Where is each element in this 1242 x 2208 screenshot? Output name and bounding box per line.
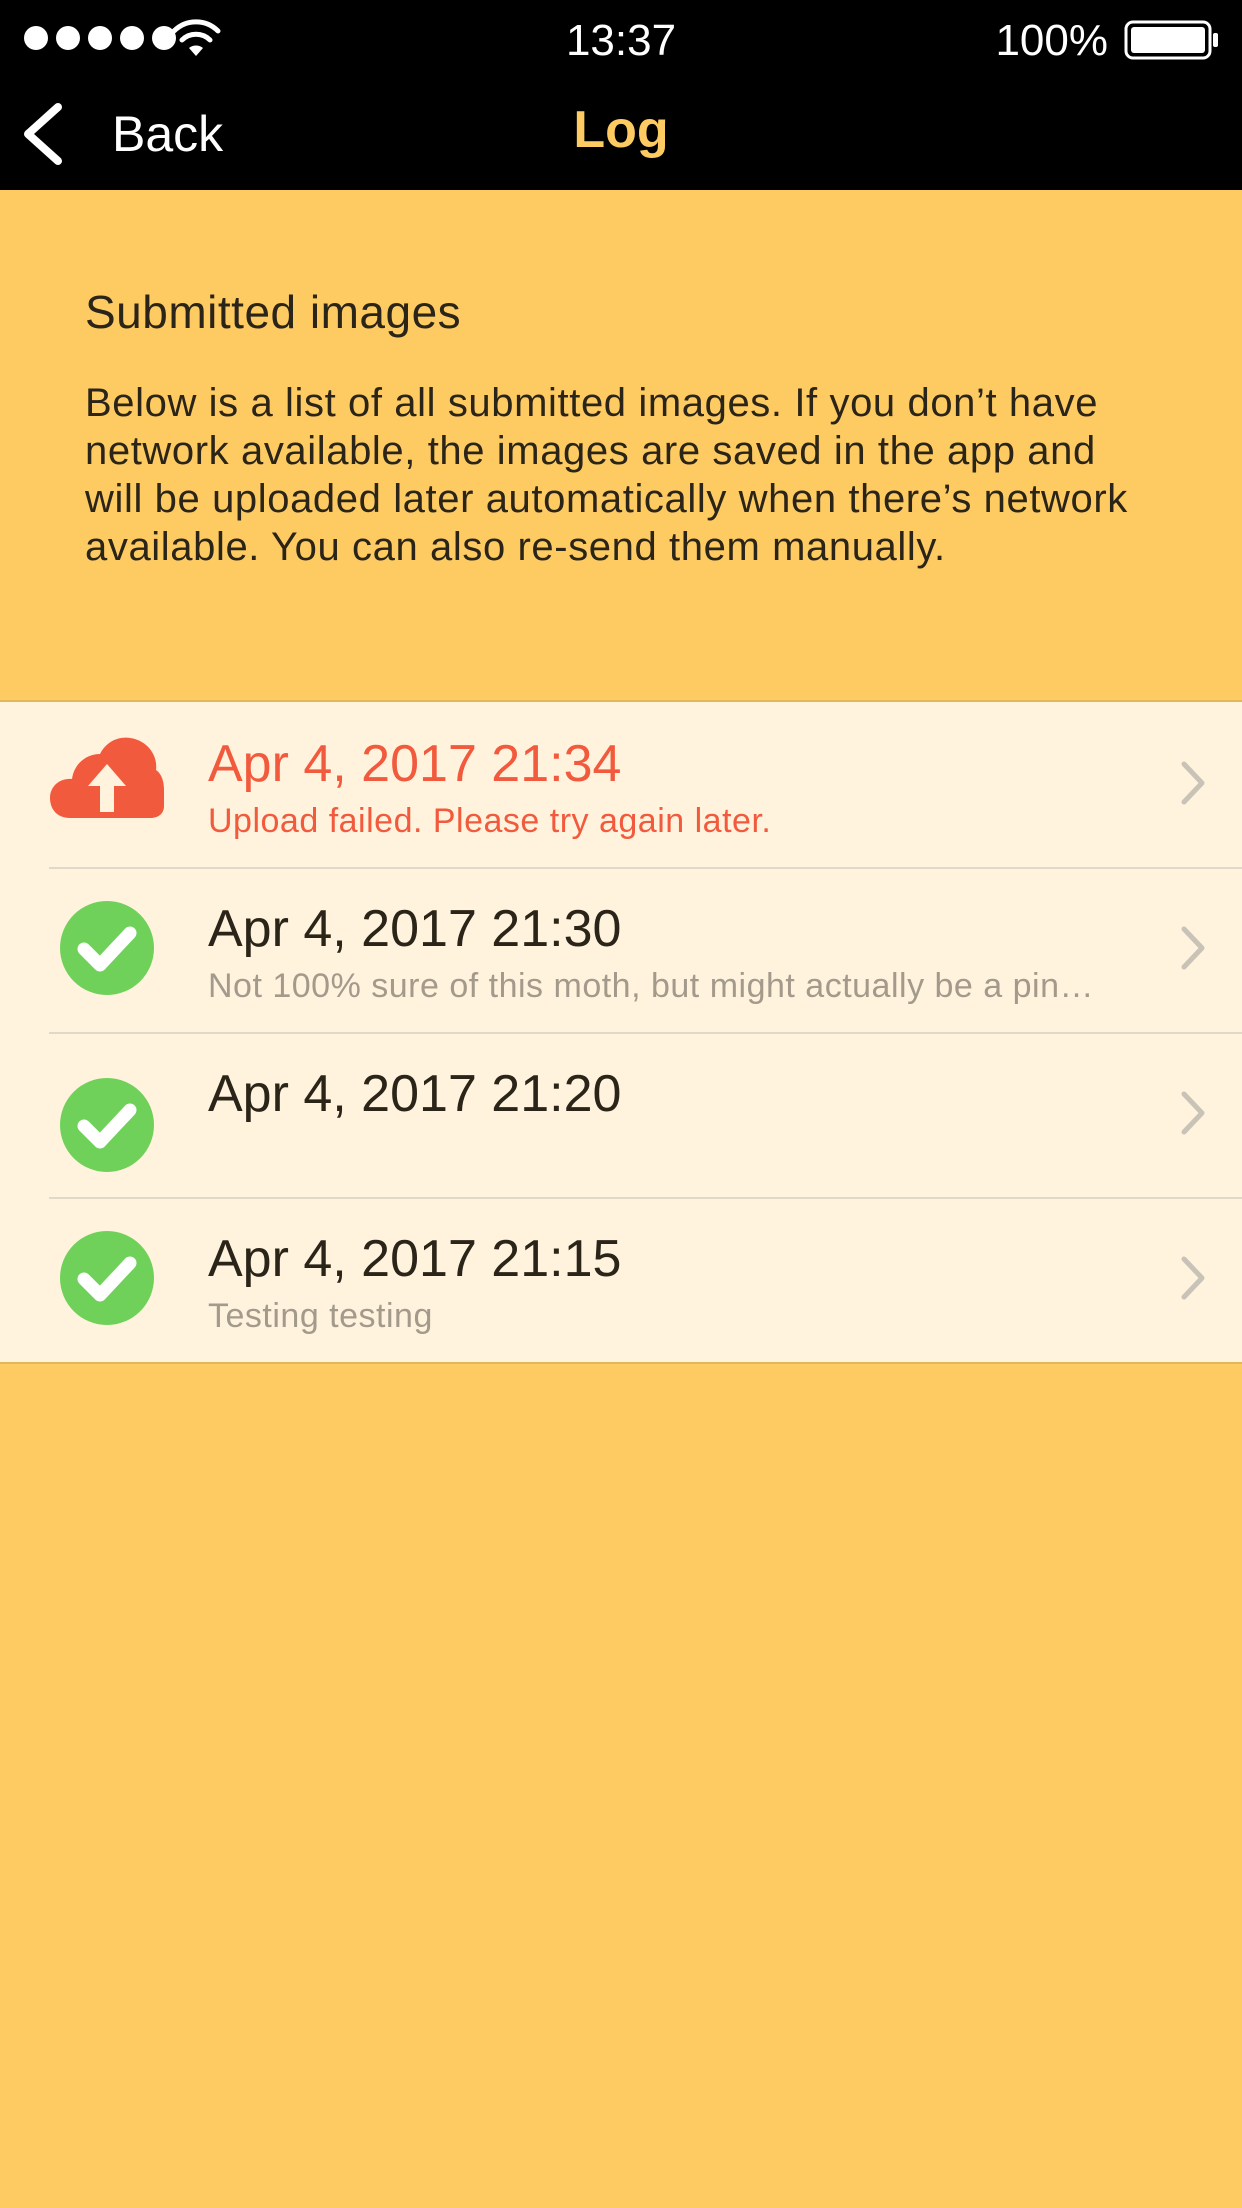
chevron-right-icon xyxy=(1181,926,1205,970)
entry-subtitle: Upload failed. Please try again later. xyxy=(208,802,772,840)
battery-icon xyxy=(1124,20,1218,60)
status-bar: 13:37 100% xyxy=(0,0,1242,80)
cloud-upload-icon xyxy=(48,724,166,842)
log-entry[interactable]: Apr 4, 2017 21:30 Not 100% sure of this … xyxy=(0,867,1242,1032)
section-heading: Submitted images xyxy=(85,286,462,338)
page-title: Log xyxy=(573,101,669,159)
check-circle-icon xyxy=(48,889,166,1007)
entry-date: Apr 4, 2017 21:20 xyxy=(208,1065,622,1123)
entry-subtitle: Testing testing xyxy=(208,1297,433,1335)
log-entry[interactable]: Apr 4, 2017 21:34 Upload failed. Please … xyxy=(0,702,1242,867)
log-entry[interactable]: Apr 4, 2017 21:15 Testing testing xyxy=(0,1197,1242,1362)
section-description: Below is a list of all submitted images.… xyxy=(85,381,1128,569)
entry-date: Apr 4, 2017 21:15 xyxy=(208,1230,622,1288)
top-bar: 13:37 100% Back Log xyxy=(0,0,1242,190)
entry-date: Apr 4, 2017 21:34 xyxy=(208,735,622,793)
chevron-right-icon xyxy=(1181,761,1205,805)
chevron-right-icon xyxy=(1181,1256,1205,1300)
check-circle-icon xyxy=(48,1219,166,1337)
battery-percentage: 100% xyxy=(995,16,1108,65)
entry-date: Apr 4, 2017 21:30 xyxy=(208,900,622,958)
chevron-right-icon xyxy=(1181,1091,1205,1135)
navigation-bar: Back Log xyxy=(0,80,1242,190)
entry-subtitle: Not 100% sure of this moth, but might ac… xyxy=(208,967,1098,1005)
log-entry[interactable]: Apr 4, 2017 21:20 xyxy=(0,1032,1242,1197)
check-circle-icon xyxy=(48,1066,166,1184)
intro-section: Submitted images Below is a list of all … xyxy=(85,285,1165,571)
submission-log-list: Apr 4, 2017 21:34 Upload failed. Please … xyxy=(0,700,1242,1364)
